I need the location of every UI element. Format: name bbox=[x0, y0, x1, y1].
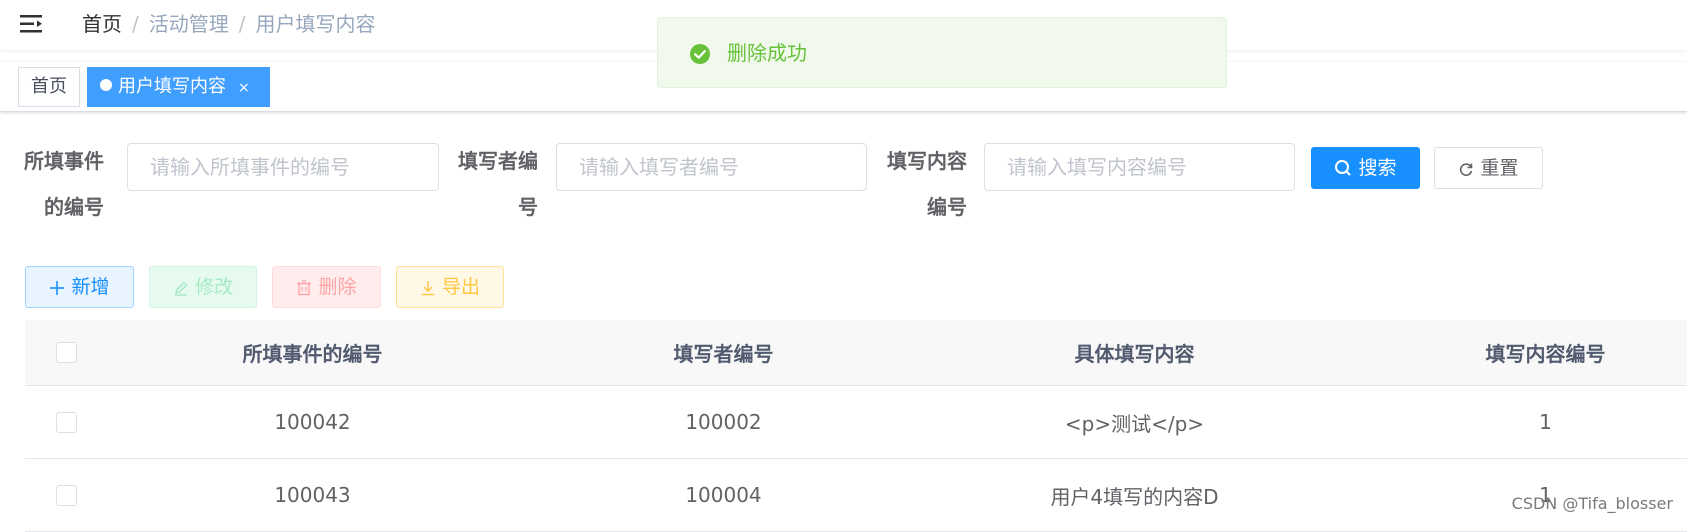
label-filler-id: 填写者编 号 bbox=[452, 137, 538, 231]
header-content[interactable]: 具体填写内容 bbox=[929, 320, 1340, 385]
label-event-id: 所填事件 的编号 bbox=[24, 137, 104, 231]
select-cell bbox=[25, 386, 107, 458]
table-row[interactable]: 100042 100002 <p>测试</p> 1 bbox=[25, 386, 1687, 459]
select-cell bbox=[25, 459, 107, 531]
tag-home[interactable]: 首页 bbox=[18, 67, 80, 107]
label-line: 所填事件 bbox=[24, 149, 104, 173]
search-label: 搜索 bbox=[1358, 157, 1397, 179]
edit-label: 修改 bbox=[194, 276, 233, 298]
cell-content: <p>测试</p> bbox=[1064, 411, 1205, 436]
download-icon bbox=[421, 281, 434, 296]
reset-button[interactable]: 重置 bbox=[1434, 147, 1543, 189]
label-line: 号 bbox=[518, 195, 538, 219]
breadcrumb-home[interactable]: 首页 bbox=[82, 12, 122, 36]
reset-label: 重置 bbox=[1480, 157, 1519, 179]
breadcrumb-separator: / bbox=[132, 12, 139, 36]
breadcrumb-activity-management[interactable]: 活动管理 bbox=[149, 12, 229, 36]
cell-filler-id: 100002 bbox=[685, 410, 762, 434]
table-row[interactable]: 100043 100004 用户4填写的内容D 1 bbox=[25, 459, 1687, 532]
edit-button[interactable]: 修改 bbox=[149, 266, 257, 308]
breadcrumb-current: 用户填写内容 bbox=[255, 12, 376, 36]
header-filler-id[interactable]: 填写者编号 bbox=[518, 320, 929, 385]
label-line: 编号 bbox=[927, 195, 967, 219]
row-checkbox[interactable] bbox=[55, 411, 77, 433]
cell-filler-id: 100004 bbox=[685, 483, 762, 507]
header-select-cell bbox=[25, 320, 107, 385]
cell-content-id: 1 bbox=[1539, 410, 1552, 434]
filler-id-input[interactable] bbox=[556, 143, 867, 191]
header-content-id[interactable]: 填写内容编号 bbox=[1340, 320, 1687, 385]
message-text: 删除成功 bbox=[727, 41, 807, 65]
row-checkbox[interactable] bbox=[55, 484, 77, 506]
delete-label: 删除 bbox=[318, 276, 357, 298]
breadcrumb: 首页 / 活动管理 / 用户填写内容 bbox=[82, 10, 376, 38]
plus-icon bbox=[50, 281, 65, 295]
close-icon[interactable]: × bbox=[238, 80, 250, 96]
trash-icon bbox=[297, 280, 312, 296]
cell-content: 用户4填写的内容D bbox=[1050, 484, 1219, 509]
edit-icon bbox=[174, 281, 188, 296]
content-id-input[interactable] bbox=[984, 143, 1295, 191]
add-label: 新增 bbox=[71, 276, 110, 298]
search-button[interactable]: 搜索 bbox=[1311, 147, 1420, 189]
label-line: 的编号 bbox=[44, 195, 104, 219]
export-button[interactable]: 导出 bbox=[396, 266, 504, 308]
label-content-id: 填写内容 编号 bbox=[882, 137, 967, 231]
label-line: 填写内容 bbox=[887, 149, 967, 173]
header-event-id[interactable]: 所填事件的编号 bbox=[107, 320, 518, 385]
cell-event-id: 100042 bbox=[274, 410, 351, 434]
watermark: CSDN @Tifa_blosser bbox=[1511, 494, 1673, 513]
active-dot-icon bbox=[100, 79, 112, 91]
select-all-checkbox[interactable] bbox=[55, 342, 77, 363]
refresh-icon bbox=[1460, 163, 1473, 176]
tag-label: 用户填写内容 bbox=[118, 76, 226, 97]
search-icon bbox=[1335, 160, 1352, 176]
export-label: 导出 bbox=[441, 276, 480, 298]
delete-button[interactable]: 删除 bbox=[272, 266, 381, 308]
cell-event-id: 100043 bbox=[274, 483, 351, 507]
success-check-icon bbox=[690, 44, 710, 64]
add-button[interactable]: 新增 bbox=[25, 266, 134, 308]
breadcrumb-separator: / bbox=[238, 12, 246, 36]
tag-user-content[interactable]: 用户填写内容 × bbox=[87, 67, 270, 107]
label-line: 填写者编 bbox=[458, 149, 538, 173]
success-message: 删除成功 bbox=[657, 17, 1227, 88]
table-header: 所填事件的编号 填写者编号 具体填写内容 填写内容编号 bbox=[25, 320, 1687, 386]
event-id-input[interactable] bbox=[127, 143, 439, 191]
hamburger-menu-icon[interactable] bbox=[20, 12, 44, 36]
